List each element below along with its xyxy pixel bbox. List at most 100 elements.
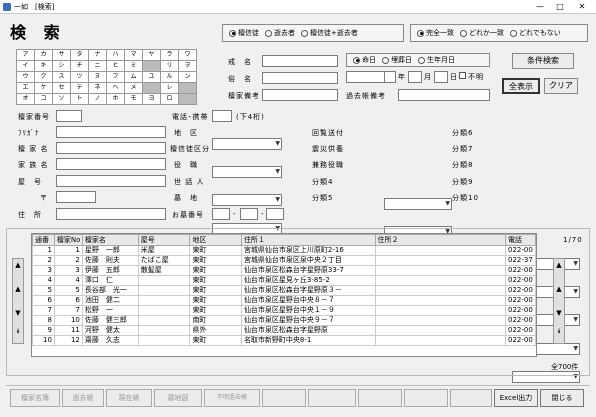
- kana-key[interactable]: マ: [125, 50, 143, 61]
- table-row[interactable]: 7 7 松野 一東町 仙台市泉区星野台中央１－９ 022-00: [32, 305, 536, 316]
- kana-key[interactable]: オ: [17, 94, 35, 105]
- kana-key[interactable]: ン: [179, 72, 197, 83]
- kana-key[interactable]: ヤ: [143, 50, 161, 61]
- kana-key[interactable]: ト: [71, 94, 89, 105]
- zokumyo-input[interactable]: [262, 72, 338, 84]
- kana-key[interactable]: ツ: [71, 72, 89, 83]
- kana-key[interactable]: エ: [17, 83, 35, 94]
- table-row[interactable]: 3 3 伊藤 五郎 散髪屋 東町 仙台市泉区松森台字星野原33-7 022-00: [32, 265, 536, 276]
- bochi-map-button[interactable]: 墓地図: [154, 389, 202, 407]
- day-input[interactable]: [434, 71, 448, 83]
- furigana-input[interactable]: [56, 126, 166, 138]
- kakocho-biko-input[interactable]: [398, 89, 490, 101]
- kana-key[interactable]: ヲ: [179, 61, 197, 72]
- close-window-button[interactable]: ✕: [574, 1, 590, 13]
- radio-icon[interactable]: [418, 56, 425, 64]
- danka-biko-input[interactable]: [262, 89, 338, 101]
- kana-key[interactable]: カ: [35, 50, 53, 61]
- table-row[interactable]: 10 12 齋藤 久志 東町 名取市新野町中央8-1 022-00: [32, 335, 536, 346]
- column-header[interactable]: 地区: [189, 234, 242, 246]
- kana-key[interactable]: メ: [125, 83, 143, 94]
- kana-key[interactable]: ハ: [107, 50, 125, 61]
- radio-icon[interactable]: [229, 29, 236, 37]
- address-input[interactable]: [56, 208, 166, 220]
- kana-key[interactable]: [143, 83, 161, 94]
- radio-icon[interactable]: [353, 56, 360, 64]
- kana-key[interactable]: ネ: [89, 83, 107, 94]
- yakushoku-select[interactable]: [212, 194, 282, 206]
- table-row[interactable]: 4 4 澤口 仁東町 仙台市泉区星見ヶ丘3-85-2 022-00: [32, 275, 536, 286]
- kana-key[interactable]: モ: [125, 94, 143, 105]
- kazoku-input[interactable]: [56, 158, 166, 170]
- down-icon[interactable]: ▼: [554, 309, 564, 317]
- kana-key[interactable]: シ: [53, 61, 71, 72]
- up-icon[interactable]: ▲: [554, 285, 564, 293]
- excel-export-button[interactable]: Excel出力: [494, 389, 538, 407]
- kana-key[interactable]: ア: [17, 50, 35, 61]
- next-page-icon[interactable]: ▼: [13, 309, 23, 317]
- column-header[interactable]: 檀家名: [81, 234, 139, 246]
- first-page-icon[interactable]: ▲: [13, 261, 23, 269]
- blank-button-1[interactable]: [262, 389, 306, 407]
- kaimyo-input[interactable]: [262, 55, 338, 67]
- haka-no-input-1[interactable]: [212, 208, 230, 220]
- blank-button-5[interactable]: [450, 389, 492, 407]
- kana-key[interactable]: ホ: [107, 94, 125, 105]
- column-header[interactable]: 通番: [32, 234, 55, 246]
- radio-option[interactable]: どれか一致: [460, 28, 504, 38]
- minimize-button[interactable]: —: [532, 1, 548, 13]
- radio-icon[interactable]: [417, 29, 424, 37]
- down-fast-icon[interactable]: ⯯: [554, 327, 564, 336]
- kana-key[interactable]: チ: [71, 61, 89, 72]
- kana-key[interactable]: タ: [71, 50, 89, 61]
- kana-key[interactable]: ソ: [53, 94, 71, 105]
- radio-option[interactable]: 命日: [353, 55, 376, 65]
- radio-icon[interactable]: [510, 29, 517, 37]
- phone-input[interactable]: [212, 110, 232, 122]
- unknown-kakocho-button[interactable]: 不明過去帳: [204, 389, 260, 407]
- column-header[interactable]: 住所２: [374, 234, 506, 246]
- kana-key[interactable]: ワ: [179, 50, 197, 61]
- kana-key[interactable]: ユ: [143, 72, 161, 83]
- column-header[interactable]: 屋号: [137, 234, 191, 246]
- column-header[interactable]: 檀家No: [53, 234, 83, 246]
- month-input[interactable]: [408, 71, 422, 83]
- radio-option[interactable]: 檀信徒: [229, 28, 259, 38]
- radio-icon[interactable]: [460, 29, 467, 37]
- year-input[interactable]: [384, 71, 396, 83]
- close-button[interactable]: 閉じる: [540, 389, 584, 407]
- radio-option[interactable]: 逝去者: [265, 28, 295, 38]
- danka-list-button[interactable]: 檀家名簿: [10, 389, 60, 407]
- kana-key[interactable]: ヒ: [107, 61, 125, 72]
- kana-key[interactable]: フ: [107, 72, 125, 83]
- kana-key[interactable]: レ: [161, 83, 179, 94]
- maximize-button[interactable]: □: [552, 1, 568, 13]
- kana-key[interactable]: ニ: [89, 61, 107, 72]
- danka-name-input[interactable]: [56, 142, 166, 154]
- genzaicho-button[interactable]: 現在帳: [106, 389, 152, 407]
- column-header[interactable]: 電話: [504, 234, 536, 246]
- blank-button-4[interactable]: [404, 389, 448, 407]
- kana-key[interactable]: コ: [35, 94, 53, 105]
- kana-key[interactable]: ラ: [161, 50, 179, 61]
- kana-key[interactable]: イ: [17, 61, 35, 72]
- radio-option[interactable]: 埋葬日: [382, 55, 412, 65]
- haka-no-input-3[interactable]: [266, 208, 284, 220]
- radio-option[interactable]: 完全一致: [417, 28, 454, 38]
- haka-no-input-2[interactable]: [240, 208, 258, 220]
- blank-button-3[interactable]: [358, 389, 402, 407]
- table-row[interactable]: 8 10 佐藤 健三郎 南町 仙台市泉区星野台中央９－７ 022-00: [32, 315, 536, 326]
- kana-key[interactable]: ケ: [35, 83, 53, 94]
- radio-icon[interactable]: [265, 29, 272, 37]
- kana-key[interactable]: セ: [53, 83, 71, 94]
- prev-page-icon[interactable]: ▲: [13, 285, 23, 293]
- search-button[interactable]: 条件検索: [512, 53, 574, 69]
- table-row[interactable]: 1 1 星野 一郎 米屋 東町 宮城県仙台市泉区上川原町2-16 022-00: [32, 245, 536, 256]
- table-row[interactable]: 2 2 佐藤 則夫 たばこ屋 東町 宮城県仙台市泉区泉中央２丁目 022-37: [32, 255, 536, 266]
- kana-key[interactable]: ミ: [125, 61, 143, 72]
- table-row[interactable]: 5 5 長谷部 光一 東町 仙台市泉区松森台字星野原３－ 022-00: [32, 285, 536, 296]
- kana-key[interactable]: サ: [53, 50, 71, 61]
- table-row[interactable]: 9 11 河野 健太 県外 仙台市泉区松森台字星野原 022-00: [32, 325, 536, 336]
- kaiho-select[interactable]: [384, 198, 452, 210]
- danka-no-input[interactable]: [56, 110, 82, 122]
